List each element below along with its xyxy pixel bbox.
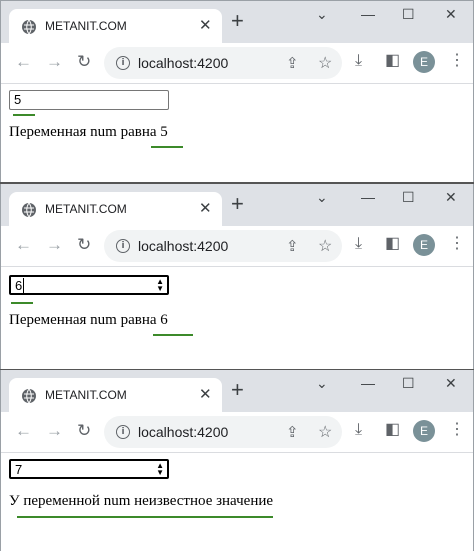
download-icon[interactable]: ⤓ bbox=[355, 52, 362, 70]
title-bar: METANIT.COM ✕ + ⌄ — ☐ ✕ bbox=[1, 184, 473, 226]
url-text: localhost:4200 bbox=[138, 424, 229, 440]
globe-icon bbox=[22, 202, 36, 218]
avatar[interactable]: E bbox=[413, 420, 435, 442]
title-bar: METANIT.COM ✕ + ⌄ — ☐ ✕ bbox=[1, 370, 473, 412]
chevron-down-icon[interactable]: ⌄ bbox=[316, 189, 328, 205]
side-panel-icon[interactable]: ◧ bbox=[385, 52, 400, 70]
address-bar[interactable]: i localhost:4200 ⇪ ☆ bbox=[104, 47, 342, 79]
kebab-menu-icon[interactable]: ⋮ bbox=[449, 52, 465, 70]
browser-window-2: METANIT.COM ✕ + ⌄ — ☐ ✕ ← → ↻ i localhos… bbox=[0, 184, 474, 370]
side-panel-icon[interactable]: ◧ bbox=[385, 421, 400, 439]
share-icon[interactable]: ⇪ bbox=[286, 54, 299, 72]
title-bar: METANIT.COM ✕ + ⌄ — ☐ ✕ bbox=[1, 1, 473, 43]
browser-tab[interactable]: METANIT.COM ✕ bbox=[9, 192, 222, 226]
annotation-underline bbox=[17, 516, 273, 518]
close-icon[interactable]: ✕ bbox=[199, 387, 212, 403]
num-input[interactable]: 6 ▲ ▼ bbox=[9, 275, 169, 295]
reload-icon[interactable]: ↻ bbox=[77, 422, 91, 440]
num-message: Переменная num равна 5 bbox=[9, 124, 168, 140]
share-icon[interactable]: ⇪ bbox=[286, 423, 299, 441]
maximize-icon[interactable]: ☐ bbox=[402, 189, 415, 205]
star-icon[interactable]: ☆ bbox=[318, 422, 332, 442]
minimize-icon[interactable]: — bbox=[361, 6, 375, 22]
reload-icon[interactable]: ↻ bbox=[77, 53, 91, 71]
window-close-icon[interactable]: ✕ bbox=[445, 6, 457, 22]
arrow-right-icon[interactable]: → bbox=[46, 422, 63, 440]
num-input[interactable]: 7 ▲ ▼ bbox=[9, 459, 169, 479]
reload-icon[interactable]: ↻ bbox=[77, 236, 91, 254]
star-icon[interactable]: ☆ bbox=[318, 53, 332, 73]
star-icon[interactable]: ☆ bbox=[318, 236, 332, 256]
avatar[interactable]: E bbox=[413, 234, 435, 256]
download-icon[interactable]: ⤓ bbox=[355, 421, 362, 439]
annotation-underline bbox=[151, 146, 183, 148]
chevron-down-icon[interactable]: ⌄ bbox=[316, 375, 328, 391]
arrow-right-icon[interactable]: → bbox=[46, 236, 63, 254]
browser-tab[interactable]: METANIT.COM ✕ bbox=[9, 9, 222, 43]
arrow-left-icon[interactable]: ← bbox=[15, 53, 32, 71]
kebab-menu-icon[interactable]: ⋮ bbox=[449, 235, 465, 253]
address-bar[interactable]: i localhost:4200 ⇪ ☆ bbox=[104, 416, 342, 448]
window-close-icon[interactable]: ✕ bbox=[445, 375, 457, 391]
tab-title: METANIT.COM bbox=[45, 19, 127, 33]
num-input-value: 7 bbox=[15, 462, 23, 477]
plus-icon[interactable]: + bbox=[231, 10, 244, 32]
minimize-icon[interactable]: — bbox=[361, 189, 375, 205]
toolbar: ← → ↻ i localhost:4200 ⇪ ☆ ⤓ ◧ E ⋮ bbox=[1, 412, 473, 453]
share-icon[interactable]: ⇪ bbox=[286, 237, 299, 255]
tab-title: METANIT.COM bbox=[45, 388, 127, 402]
avatar[interactable]: E bbox=[413, 51, 435, 73]
arrow-left-icon[interactable]: ← bbox=[15, 236, 32, 254]
browser-window-1: METANIT.COM ✕ + ⌄ — ☐ ✕ ← → ↻ i localhos… bbox=[0, 0, 474, 183]
toolbar: ← → ↻ i localhost:4200 ⇪ ☆ ⤓ ◧ E ⋮ bbox=[1, 43, 473, 84]
num-message: У переменной num неизвестное значение bbox=[9, 493, 274, 509]
plus-icon[interactable]: + bbox=[231, 379, 244, 401]
chevron-down-icon[interactable]: ⌄ bbox=[316, 6, 328, 22]
num-input[interactable]: 5 bbox=[9, 90, 169, 110]
kebab-menu-icon[interactable]: ⋮ bbox=[449, 421, 465, 439]
spinner-arrows[interactable]: ▲ ▼ bbox=[156, 462, 164, 477]
info-icon[interactable]: i bbox=[116, 425, 130, 439]
annotation-underline bbox=[11, 302, 33, 304]
close-icon[interactable]: ✕ bbox=[199, 201, 212, 217]
arrow-right-icon[interactable]: → bbox=[46, 53, 63, 71]
toolbar: ← → ↻ i localhost:4200 ⇪ ☆ ⤓ ◧ E ⋮ bbox=[1, 226, 473, 267]
plus-icon[interactable]: + bbox=[231, 193, 244, 215]
side-panel-icon[interactable]: ◧ bbox=[385, 235, 400, 253]
maximize-icon[interactable]: ☐ bbox=[402, 6, 415, 22]
address-bar[interactable]: i localhost:4200 ⇪ ☆ bbox=[104, 230, 342, 262]
num-message: Переменная num равна 6 bbox=[9, 312, 168, 328]
tab-title: METANIT.COM bbox=[45, 202, 127, 216]
info-icon[interactable]: i bbox=[116, 56, 130, 70]
browser-window-3: METANIT.COM ✕ + ⌄ — ☐ ✕ ← → ↻ i localhos… bbox=[0, 370, 474, 551]
text-caret bbox=[23, 278, 25, 293]
arrow-left-icon[interactable]: ← bbox=[15, 422, 32, 440]
num-input-value: 5 bbox=[14, 92, 22, 107]
globe-icon bbox=[22, 19, 36, 35]
info-icon[interactable]: i bbox=[116, 239, 130, 253]
browser-tab[interactable]: METANIT.COM ✕ bbox=[9, 378, 222, 412]
annotation-underline bbox=[13, 114, 35, 116]
annotation-underline bbox=[153, 334, 193, 336]
num-input-value: 6 bbox=[15, 278, 23, 293]
close-icon[interactable]: ✕ bbox=[199, 18, 212, 34]
url-text: localhost:4200 bbox=[138, 55, 229, 71]
url-text: localhost:4200 bbox=[138, 238, 229, 254]
maximize-icon[interactable]: ☐ bbox=[402, 375, 415, 391]
minimize-icon[interactable]: — bbox=[361, 375, 375, 391]
globe-icon bbox=[22, 388, 36, 404]
spinner-arrows[interactable]: ▲ ▼ bbox=[156, 278, 164, 293]
download-icon[interactable]: ⤓ bbox=[355, 235, 362, 253]
window-close-icon[interactable]: ✕ bbox=[445, 189, 457, 205]
